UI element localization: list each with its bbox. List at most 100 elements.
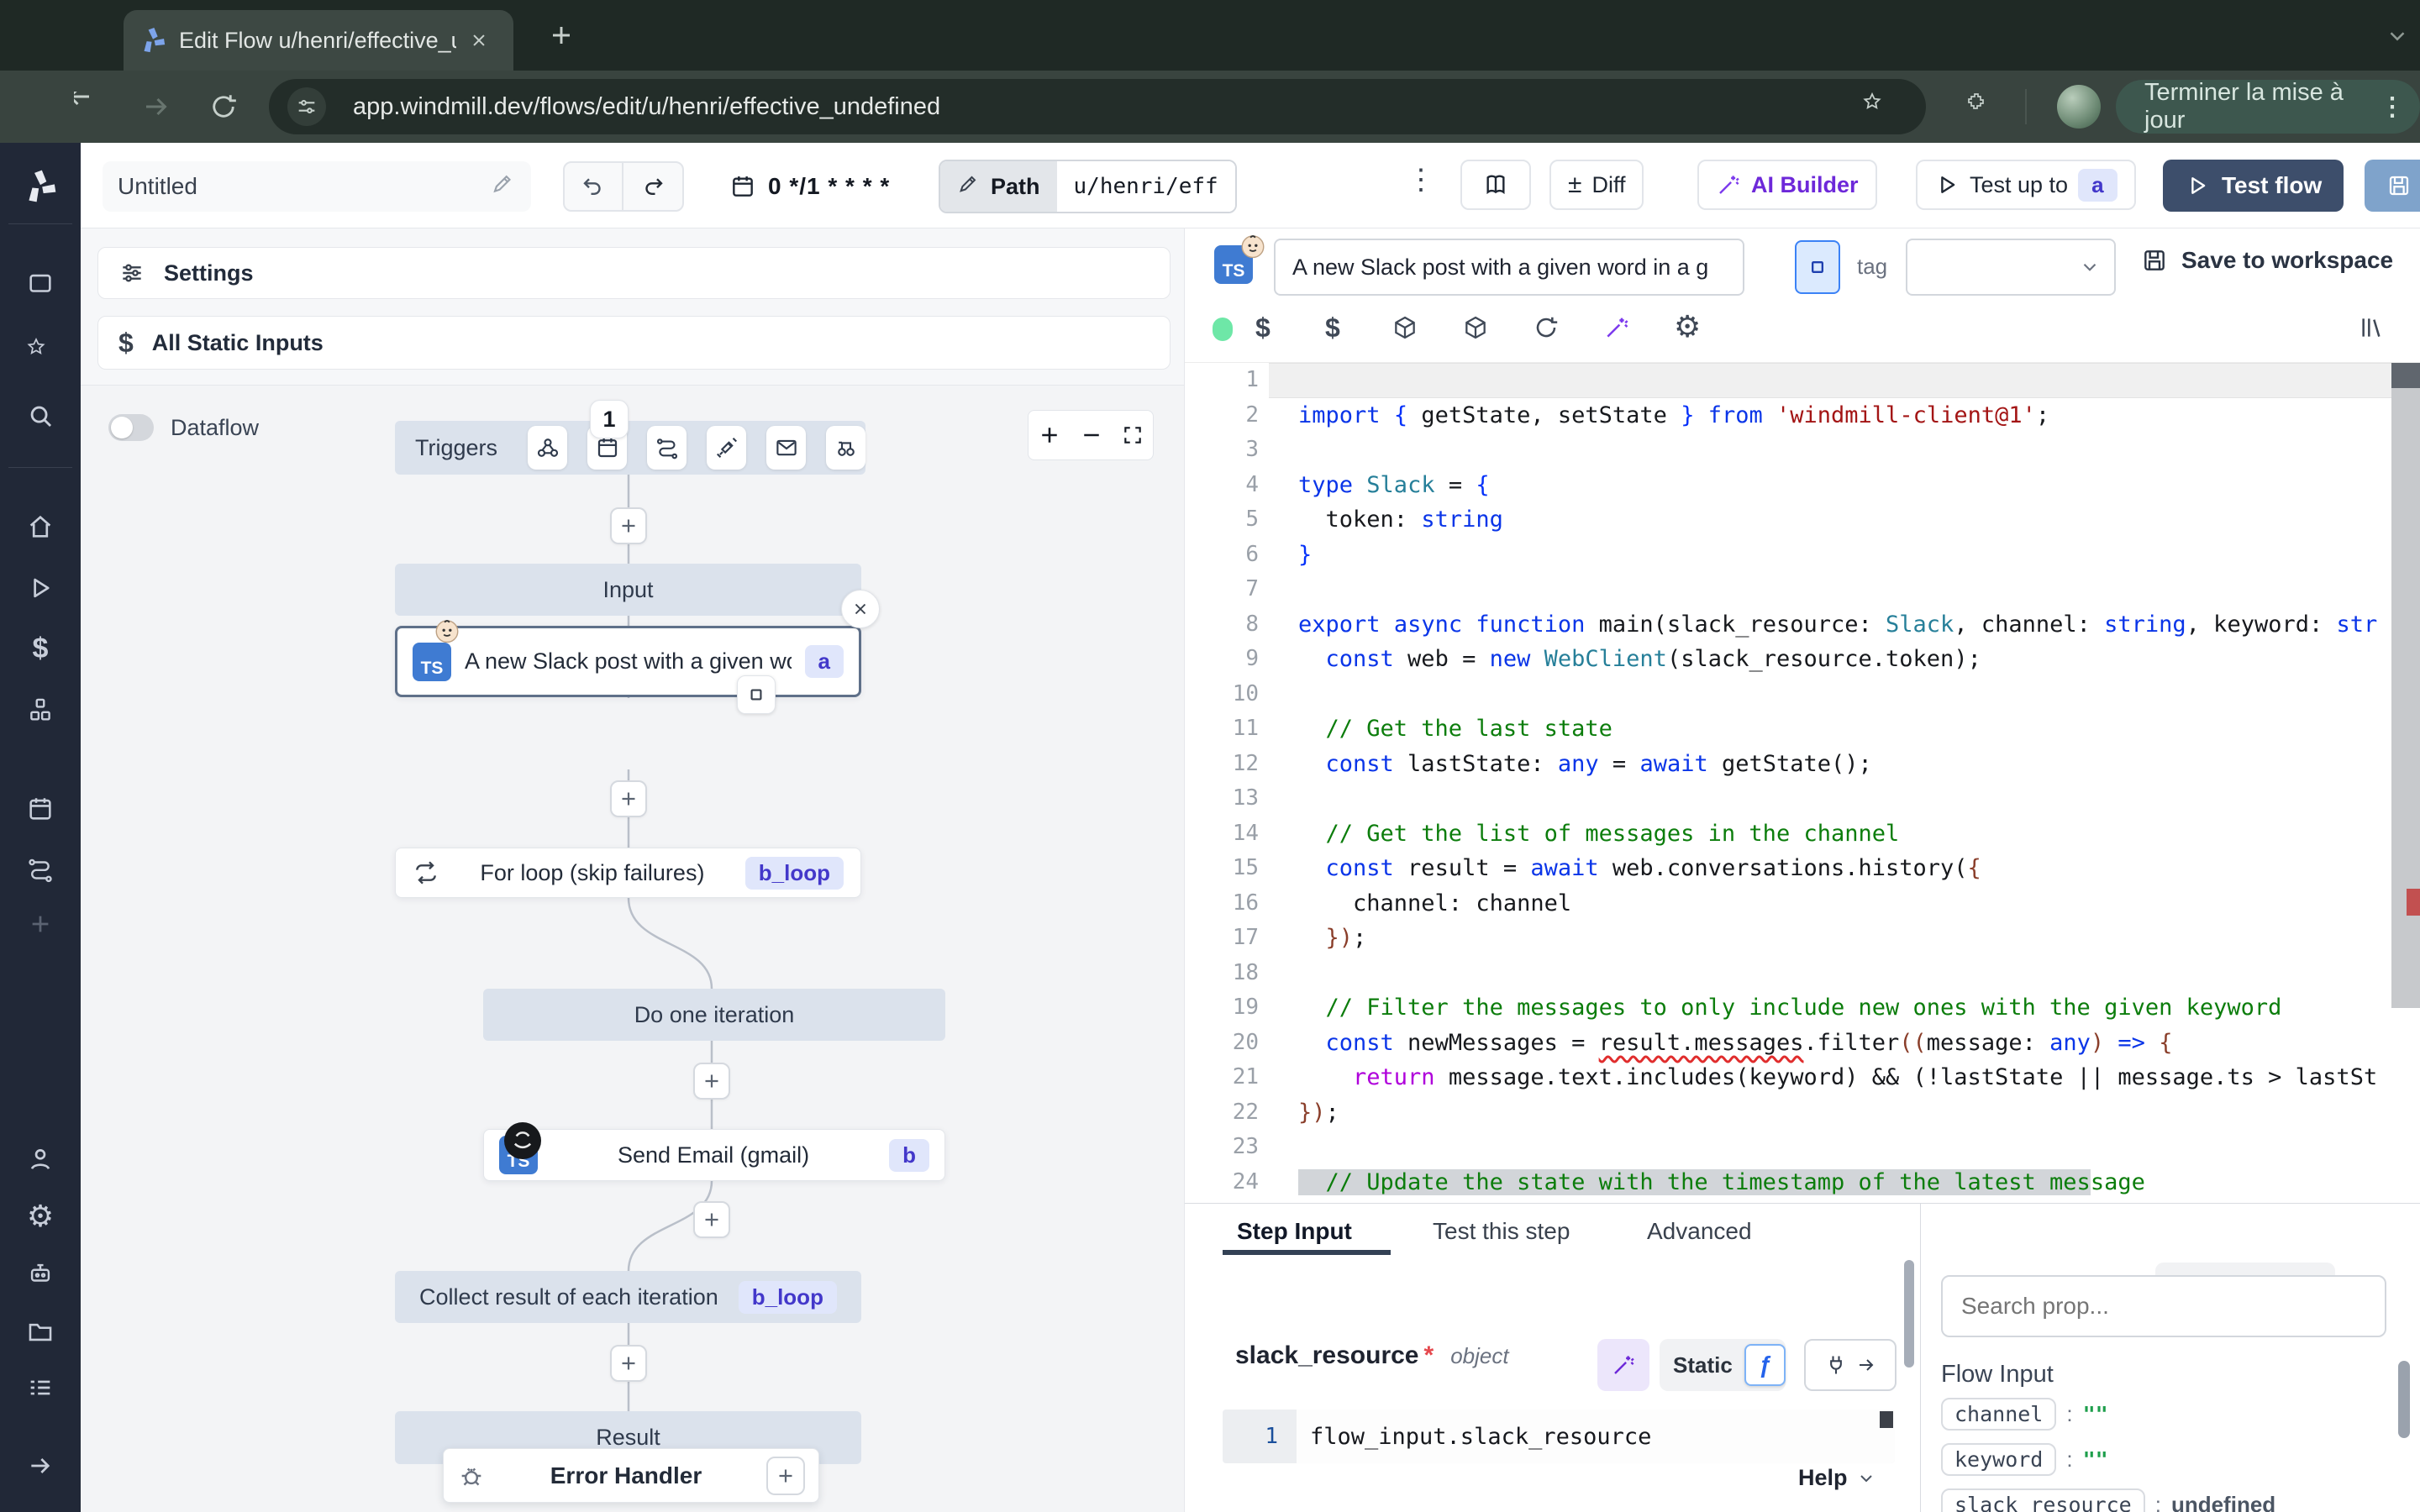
cancel-run-button[interactable] (1795, 240, 1840, 294)
draft-button[interactable]: Draft (2365, 160, 2420, 212)
code-line[interactable]: 22}); (1185, 1095, 2391, 1131)
code-line[interactable]: 2import { getState, setState } from 'win… (1185, 398, 2391, 433)
redo-button[interactable] (623, 163, 682, 210)
code-line[interactable]: 11 // Get the last state (1185, 711, 2391, 747)
code-line[interactable]: 1import { WebClient } from '@slack/web-a… (1185, 363, 2391, 398)
sidebar-item-users[interactable] (0, 1136, 81, 1183)
zoom-out-icon[interactable] (1080, 423, 1103, 447)
javascript-mode-button[interactable]: ƒ (1744, 1344, 1786, 1386)
sidebar-item-folders[interactable] (0, 1308, 81, 1355)
search-prop-input[interactable] (1941, 1275, 2386, 1337)
undo-button[interactable] (565, 163, 623, 210)
code-line[interactable]: 10 (1185, 677, 2391, 712)
tab-test-this-step[interactable]: Test this step (1433, 1218, 1570, 1245)
delete-step-button[interactable] (841, 590, 880, 628)
stop-after-step-button[interactable] (737, 675, 776, 714)
ai-builder-button[interactable]: AI Builder (1697, 160, 1877, 210)
sidebar-item-search[interactable] (0, 392, 81, 439)
code-line[interactable]: 16 channel: channel (1185, 886, 2391, 921)
trigger-route-icon[interactable] (647, 426, 687, 470)
tab-advanced[interactable]: Advanced (1647, 1218, 1752, 1245)
code-line[interactable]: 7 (1185, 572, 2391, 607)
send-email-node[interactable]: TS Send Email (gmail) b (483, 1129, 945, 1181)
code-line[interactable]: 21 return message.text.includes(keyword)… (1185, 1060, 2391, 1095)
bookmark-star-icon[interactable] (1862, 92, 1892, 122)
tab-step-input[interactable]: Step Input (1237, 1218, 1352, 1245)
test-flow-button[interactable]: Test flow (2163, 160, 2344, 212)
package-icon[interactable] (1392, 314, 1418, 341)
step-summary-input[interactable] (1274, 239, 1744, 296)
static-toggle[interactable]: Static ƒ (1660, 1339, 1786, 1391)
editor-scrollbar[interactable] (2391, 363, 2420, 1203)
code-line[interactable]: 9 const web = new WebClient(slack_resour… (1185, 642, 2391, 677)
code-line[interactable]: 13 (1185, 781, 2391, 816)
zoom-in-icon[interactable] (1038, 423, 1061, 447)
profile-avatar[interactable] (2057, 85, 2101, 129)
add-step-button[interactable] (610, 507, 647, 544)
triggers-node[interactable]: Triggers (395, 421, 865, 475)
sidebar-item-workers[interactable] (0, 1250, 81, 1297)
trigger-email-icon[interactable] (766, 426, 806, 470)
browser-update-button[interactable]: Terminer la mise à jour ⋮ (2116, 80, 2420, 134)
flow-input-prop-keyword[interactable]: keyword:"" (1941, 1443, 2108, 1476)
reload-icon[interactable] (208, 92, 239, 122)
collect-result-node[interactable]: Collect result of each iteration b_loop (395, 1271, 861, 1323)
reload-script-icon[interactable] (1533, 314, 1560, 341)
dataflow-toggle[interactable] (108, 414, 154, 441)
library-icon[interactable] (2358, 314, 2385, 341)
diff-button[interactable]: ± Diff (1549, 160, 1644, 210)
url-bar[interactable]: app.windmill.dev/flows/edit/u/henri/effe… (269, 79, 1926, 134)
help-button[interactable]: Help (1798, 1465, 1876, 1491)
sidebar-item-variables[interactable]: $ (0, 625, 81, 672)
path-toggle-label[interactable]: Path (940, 161, 1057, 212)
script-settings-gear-icon[interactable]: ⚙ (1674, 309, 1701, 344)
slack-step-node[interactable]: TS A new Slack post with a given wor... … (395, 626, 861, 697)
toolbar-kebab-icon[interactable]: ⋮ (1407, 163, 1435, 197)
save-to-workspace-button[interactable]: Save to workspace (2141, 247, 2393, 274)
flow-input-prop-slack_resource[interactable]: slack_resource:undefined (1941, 1488, 2275, 1512)
code-line[interactable]: 4type Slack = { (1185, 468, 2391, 503)
code-line[interactable]: 12 const lastState: any = await getState… (1185, 747, 2391, 782)
add-step-button[interactable] (610, 780, 647, 817)
code-line[interactable]: 18 (1185, 956, 2391, 991)
code-line[interactable]: 5 token: string (1185, 502, 2391, 538)
code-line[interactable]: 6} (1185, 538, 2391, 573)
code-line[interactable]: 15 const result = await web.conversation… (1185, 851, 2391, 886)
flow-canvas[interactable]: Dataflow Triggers 1 (81, 385, 1185, 1512)
code-line[interactable]: 17 }); (1185, 921, 2391, 956)
props-scrollbar[interactable] (2398, 1361, 2410, 1438)
sidebar-item-favorites[interactable] (0, 328, 81, 375)
code-line[interactable]: 23 (1185, 1130, 2391, 1165)
trigger-webhook-icon[interactable] (528, 426, 567, 470)
path-value[interactable]: u/henri/eff (1057, 161, 1235, 212)
variables-icon[interactable]: $ (1255, 312, 1270, 344)
schedule-button[interactable]: 0 */1 * * * * (729, 161, 890, 212)
sidebar-item-apps[interactable] (0, 260, 81, 307)
sidebar-item-resources[interactable] (0, 686, 81, 733)
test-up-to-step-badge[interactable]: a (2078, 169, 2117, 202)
input-node[interactable]: Input (395, 564, 861, 616)
sidebar-item-more[interactable] (0, 900, 81, 948)
connect-input-button[interactable] (1804, 1339, 1897, 1391)
code-line[interactable]: 14 // Get the list of messages in the ch… (1185, 816, 2391, 852)
add-step-button[interactable] (693, 1063, 730, 1100)
extensions-icon[interactable] (1966, 91, 1998, 123)
tag-select[interactable] (1906, 239, 2116, 296)
do-one-iteration-node[interactable]: Do one iteration (483, 989, 945, 1041)
add-error-handler-button[interactable] (766, 1457, 805, 1495)
add-step-button[interactable] (693, 1201, 730, 1238)
ai-fill-button[interactable] (1597, 1339, 1649, 1391)
trigger-websocket-icon[interactable] (707, 426, 746, 470)
forward-icon[interactable] (141, 92, 171, 122)
trigger-scraper-icon[interactable] (826, 426, 865, 470)
windmill-logo[interactable] (22, 168, 59, 205)
site-settings-icon[interactable] (287, 87, 326, 126)
browser-tab[interactable]: Edit Flow u/henri/effective_un (124, 10, 513, 71)
sidebar-item-logs[interactable] (0, 1364, 81, 1411)
code-editor[interactable]: 1import { WebClient } from '@slack/web-a… (1185, 363, 2391, 1203)
flow-name-field[interactable]: Untitled (103, 161, 531, 212)
path-toggle[interactable]: Path u/henri/eff (939, 160, 1237, 213)
add-step-button[interactable] (610, 1345, 647, 1382)
variables-icon[interactable]: $ (1325, 312, 1340, 344)
sidebar-expand-icon[interactable] (0, 1442, 81, 1489)
